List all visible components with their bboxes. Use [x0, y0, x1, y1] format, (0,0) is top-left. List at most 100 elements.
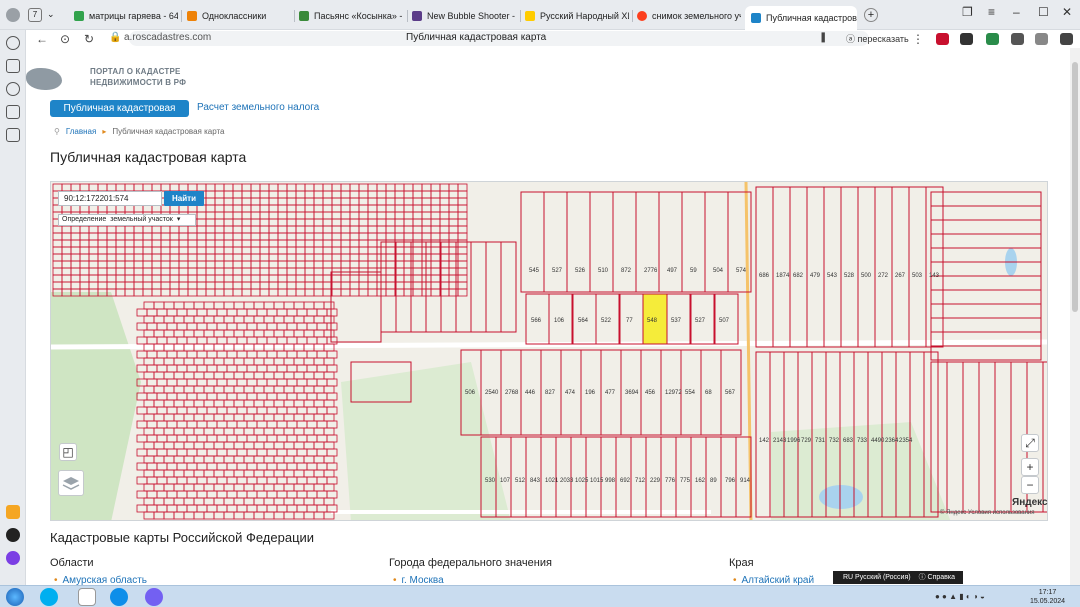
definition-select[interactable]: Определение земельный участок ▾ [58, 214, 196, 226]
tray-icons[interactable]: ● ● ▲ ▮ ◐ ◑ ◒ [935, 592, 985, 601]
cadastral-search-input[interactable]: 90:12:172201:574 [58, 191, 162, 206]
parcel-number-label: 512 [515, 478, 526, 484]
language-bar[interactable]: RU Русский (Россия) ⓘ Справка [833, 571, 963, 584]
collections-icon[interactable] [6, 59, 20, 73]
download-icon[interactable] [1060, 33, 1073, 45]
lock-icon: 🔒 [109, 32, 122, 43]
teamviewer-icon[interactable] [110, 588, 128, 606]
parcel-number-label: 554 [685, 390, 696, 396]
parcel-number-label: 272 [878, 273, 889, 279]
tab-bar: 7 ⌄ матрицы гаряева - 64 тре Одноклассни… [0, 0, 1080, 30]
tab-counter[interactable]: 7 [28, 8, 42, 22]
restore-tabs-icon[interactable]: ❐ [962, 5, 973, 19]
scrollbar[interactable] [1070, 48, 1080, 585]
play-icon[interactable] [6, 82, 20, 96]
parcel-number-label: 68 [705, 390, 712, 396]
map-copyright[interactable]: © Яндекс Условия использования [940, 510, 1035, 516]
layers-icon[interactable] [58, 470, 84, 496]
menu-icon[interactable]: ≡ [988, 5, 995, 19]
extensions-icon[interactable] [1035, 33, 1048, 45]
parcel-number-label: 456 [645, 390, 656, 396]
parcel-number-label: 143 [929, 273, 940, 279]
extension-icon[interactable] [986, 33, 999, 45]
zoom-out-button[interactable]: − [1021, 476, 1039, 494]
find-button[interactable]: Найти [164, 191, 204, 206]
definition-label: Определение [62, 216, 107, 223]
viber-icon[interactable] [145, 588, 163, 606]
parcel-number-label: 776 [665, 478, 676, 484]
start-icon[interactable] [6, 588, 24, 606]
close-window-button[interactable]: ✕ [1062, 5, 1072, 19]
parcel-number-label: 89 [710, 478, 717, 484]
ruler-icon[interactable]: ◰ [59, 443, 77, 461]
new-tab-button[interactable]: + [864, 8, 878, 22]
mail-icon[interactable] [6, 505, 20, 519]
parcel-number-label: 775 [680, 478, 691, 484]
fullscreen-icon[interactable]: ⤢ [1021, 434, 1039, 452]
scrollbar-thumb[interactable] [1072, 62, 1078, 312]
url-text[interactable]: a.roscadastres.com [124, 32, 211, 43]
tab-6[interactable]: снимок земельного участ [637, 6, 741, 26]
tab-1[interactable]: матрицы гаряева - 64 тре [74, 6, 178, 26]
tab-3[interactable]: Пасьянс «Косынка» - игра [299, 6, 403, 26]
maximize-button[interactable]: ☐ [1038, 5, 1049, 19]
parcel-number-label: 731 [815, 438, 826, 444]
tab-2[interactable]: Одноклассники [187, 6, 291, 26]
extension-icon[interactable] [936, 33, 949, 45]
menu-cadastral-map[interactable]: Публичная кадастровая карта [50, 100, 189, 131]
parcel-number-label: 2143 [773, 438, 787, 444]
menu-land-tax[interactable]: Расчет земельного налога [197, 102, 319, 113]
ai-icon[interactable] [6, 528, 20, 542]
shield-icon[interactable] [1011, 33, 1024, 45]
tab-5[interactable]: Русский Народный ХИТ [525, 6, 629, 26]
parcel-number-label: 686 [759, 273, 770, 279]
clock[interactable]: 17:17 15.05.2024 [1030, 588, 1065, 606]
reload-icon[interactable]: ↻ [84, 32, 94, 46]
back-icon[interactable]: ← [36, 32, 48, 46]
music-icon [525, 11, 535, 21]
tab-label: Пасьянс «Косынка» - игра [314, 11, 403, 21]
map-canvas[interactable]: 545 527 526 510 872 2776 497 59 504 574 566 106 564 5… [51, 182, 1048, 521]
minimize-button[interactable]: – [1013, 5, 1020, 19]
parcel-number-label: 77 [626, 318, 633, 324]
address-bar: ← ⊙ ↻ 🔒 a.roscadastres.com Публичная кад… [26, 30, 1080, 48]
camera-icon[interactable] [6, 128, 20, 142]
parcel-number-label: 827 [545, 390, 556, 396]
help-icon[interactable]: ⓘ Справка [919, 571, 955, 584]
parcel-number-label: 537 [671, 318, 682, 324]
parcel-number-label: 506 [465, 390, 476, 396]
yandex-icon [637, 11, 647, 21]
russia-logo-icon[interactable] [26, 68, 62, 90]
cadastral-map[interactable]: 545 527 526 510 872 2776 497 59 504 574 566 106 564 5… [50, 181, 1048, 521]
bookmark-icon[interactable]: ❚ [819, 32, 827, 43]
clock-time: 17:17 [1038, 589, 1057, 596]
parcel-number-label: 267 [895, 273, 906, 279]
parcel-number-label: 477 [605, 390, 616, 396]
profile-icon[interactable] [6, 8, 20, 22]
zoom-in-button[interactable]: + [1021, 458, 1039, 476]
more-icon[interactable]: ⋮ [912, 32, 924, 46]
alice-icon[interactable] [6, 551, 20, 565]
extension-icon[interactable] [960, 33, 973, 45]
site-logo[interactable]: ПОРТАЛ О КАДАСТРЕ НЕДВИЖИМОСТИ В РФ [90, 66, 186, 88]
tab-4[interactable]: New Bubble Shooter - игра [412, 6, 516, 26]
pin-icon: ⚲ [54, 127, 60, 136]
help-label: Справка [927, 574, 956, 581]
tab-active[interactable]: Публичная кадастровая✕ [745, 6, 857, 30]
history-icon[interactable] [6, 36, 20, 50]
yandex-browser-icon[interactable] [78, 588, 96, 606]
parcel-number-label: 162 [695, 478, 706, 484]
parcel-number-label: 574 [736, 268, 747, 274]
skype-icon[interactable] [40, 588, 58, 606]
parcel-number-label: 733 [857, 438, 868, 444]
breadcrumb-current: Публичная кадастровая карта [112, 127, 225, 136]
translate-button[interactable]: ⓐ пересказать [846, 32, 909, 45]
logo-line-2: НЕДВИЖИМОСТИ В РФ [90, 78, 187, 87]
parcel-number-label: 1874 [776, 273, 790, 279]
protect-icon[interactable]: ⊙ [60, 32, 70, 46]
parcel-number-label: 712 [635, 478, 646, 484]
chevron-down-icon[interactable]: ⌄ [47, 9, 55, 20]
breadcrumb-home[interactable]: Главная [66, 127, 96, 136]
chevron-right-icon: ▸ [102, 127, 107, 136]
notes-icon[interactable] [6, 105, 20, 119]
